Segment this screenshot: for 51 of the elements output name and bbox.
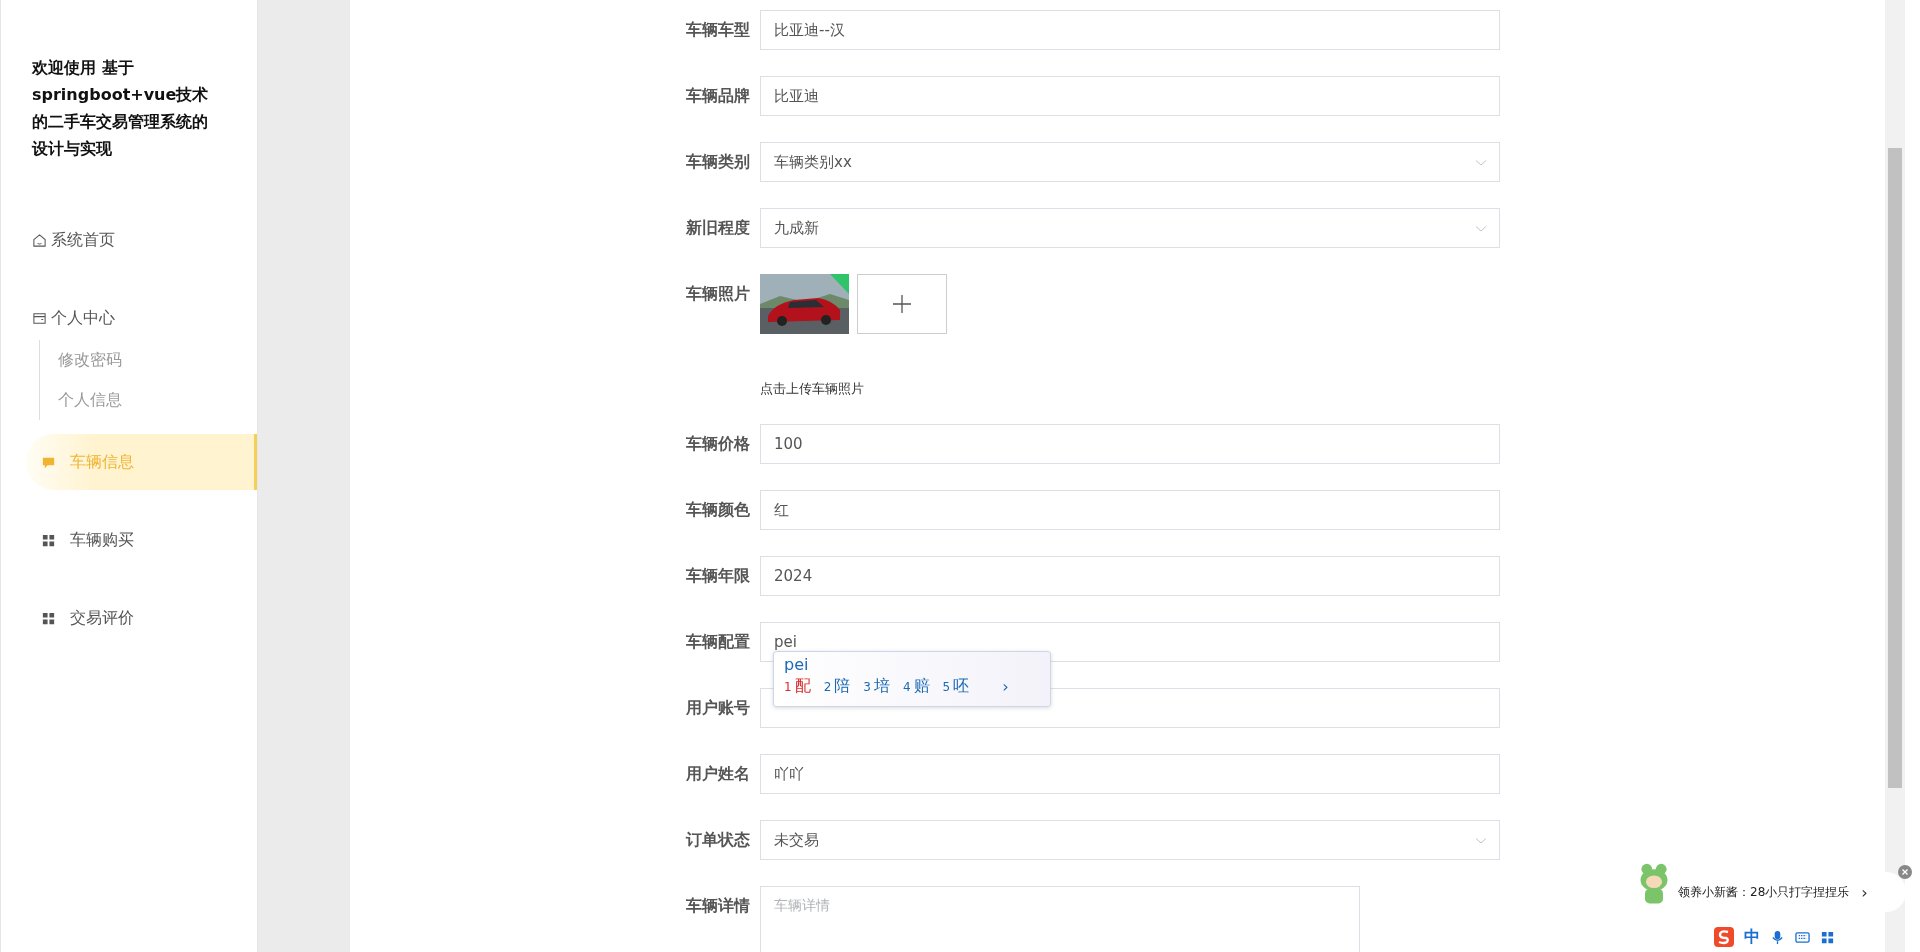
scrollbar[interactable] <box>1885 0 1905 952</box>
field-label: 车辆详情 <box>685 895 750 917</box>
grid-icon[interactable] <box>1820 929 1835 945</box>
upload-hint: 点击上传车辆照片 <box>760 380 865 398</box>
ime-candidate[interactable]: 1 配 <box>784 676 811 697</box>
keyboard-icon[interactable] <box>1795 929 1810 945</box>
ime-composition: pei <box>784 654 810 676</box>
ime-logo-icon[interactable] <box>1714 927 1734 947</box>
chevron-down-icon <box>1475 159 1487 167</box>
menu-item[interactable]: 系统首页 <box>1 212 257 268</box>
card-icon <box>32 310 47 326</box>
ime-candidate[interactable]: 5 呸 <box>942 676 970 697</box>
select-field[interactable]: 车辆类别xx <box>760 142 1500 182</box>
notification-arrow[interactable]: › <box>1861 882 1868 902</box>
field-label: 用户账号 <box>685 697 750 719</box>
grid-icon <box>41 610 56 626</box>
field-label: 新旧程度 <box>685 217 750 239</box>
field-label: 车辆颜色 <box>685 499 750 521</box>
field-label: 车辆年限 <box>685 565 750 587</box>
app-title: 欢迎使用 基于springboot+vue技术的二手车交易管理系统的设计与实现 <box>32 57 210 160</box>
input-mode-toggle[interactable]: 中 <box>1744 926 1760 948</box>
field-label: 车辆品牌 <box>685 85 750 107</box>
field-label: 车辆类别 <box>685 151 750 173</box>
chevron-down-icon <box>1475 225 1487 233</box>
select-field[interactable]: 九成新 <box>760 208 1500 248</box>
select-field[interactable]: 未交易 <box>760 820 1500 860</box>
field-label: 车辆配置 <box>685 631 750 653</box>
text-field[interactable]: 100 <box>760 424 1500 464</box>
text-field[interactable]: 吖吖 <box>760 754 1500 794</box>
field-label: 订单状态 <box>684 829 750 851</box>
ime-candidate[interactable]: 4 赔 <box>902 676 930 697</box>
text-field[interactable]: 比亚迪--汉 <box>760 10 1500 50</box>
field-label: 车辆照片 <box>685 283 750 305</box>
plus-icon <box>892 294 912 314</box>
ime-candidate[interactable]: 2 陪 <box>823 676 851 697</box>
text-field[interactable]: 2024 <box>760 556 1500 596</box>
field-label: 车辆车型 <box>685 19 750 41</box>
field-label: 用户姓名 <box>685 763 750 785</box>
notification-text: 领养小新酱：28小只打字捏捏乐 <box>1678 883 1850 901</box>
text-field[interactable]: 比亚迪 <box>760 76 1500 116</box>
menu-item[interactable]: 交易评价 <box>1 590 257 646</box>
home-icon <box>32 232 47 248</box>
microphone-icon[interactable] <box>1770 929 1785 945</box>
text-field[interactable]: 红 <box>760 490 1500 530</box>
ime-candidate[interactable]: 3 培 <box>863 676 890 697</box>
chevron-down-icon <box>1475 837 1487 845</box>
next-page-button[interactable]: › <box>1002 677 1009 696</box>
menu-item[interactable]: 车辆购买 <box>1 512 257 568</box>
grid-icon <box>41 532 56 548</box>
field-label: 车辆价格 <box>685 433 750 455</box>
close-icon[interactable] <box>1898 865 1912 879</box>
